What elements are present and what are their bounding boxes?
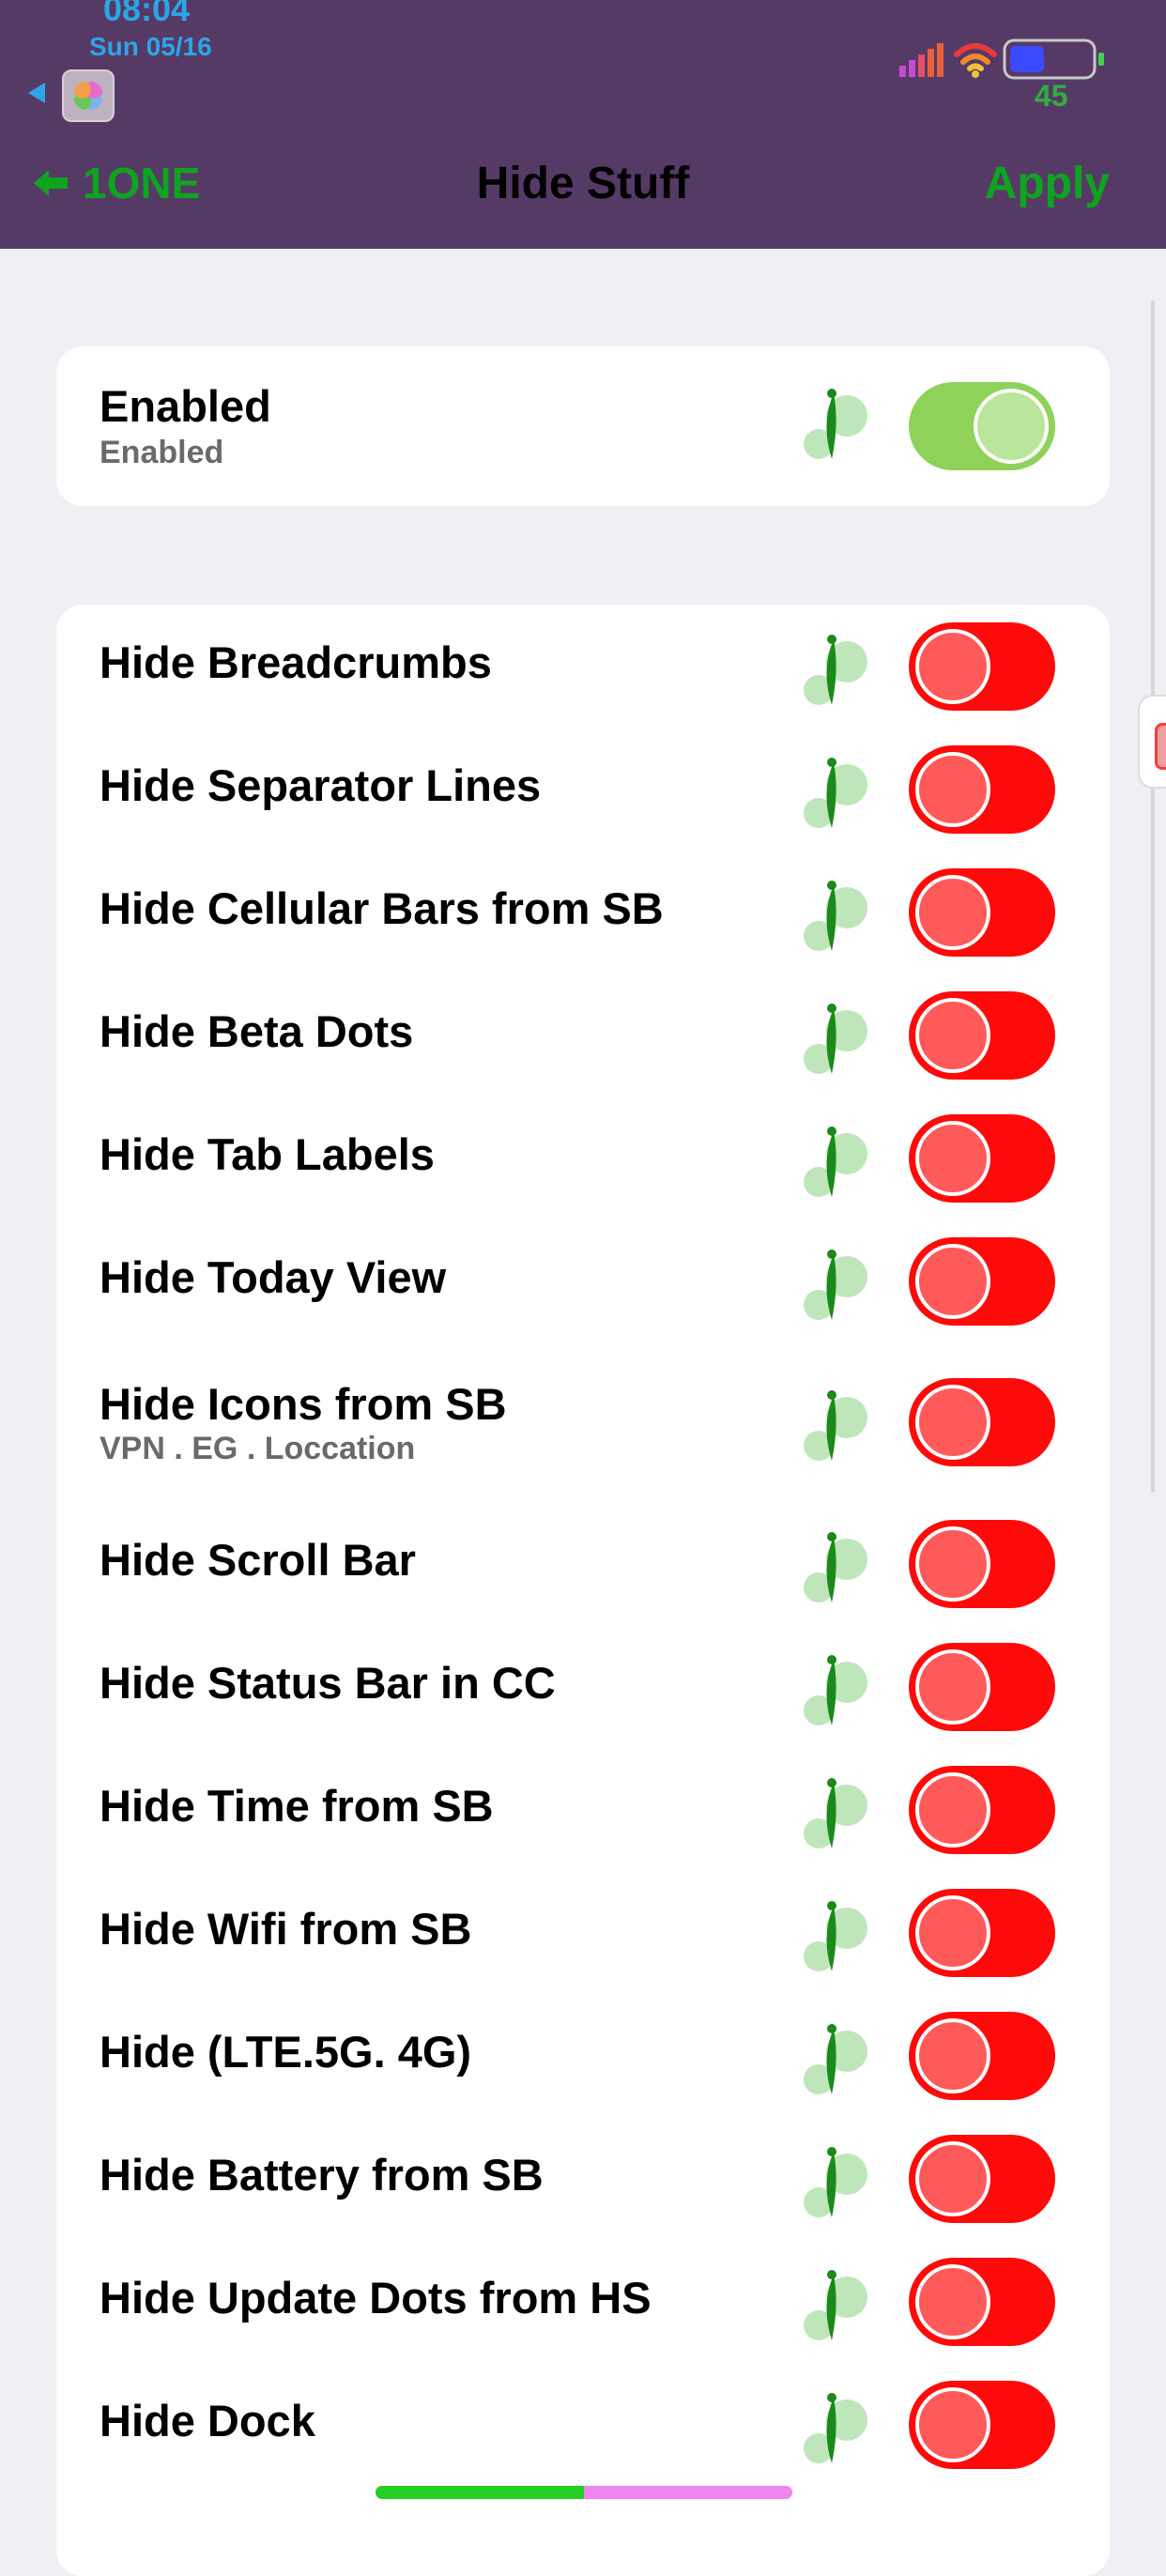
side-panel-tab[interactable]: [1138, 695, 1166, 789]
home-indicator: [376, 2486, 792, 2499]
leaf-icon: [804, 881, 867, 951]
toggle-row: Hide Beta Dots: [56, 974, 1110, 1096]
scroll-indicator[interactable]: [1151, 300, 1155, 1493]
row-toggle[interactable]: [909, 1237, 1055, 1326]
row-label: Hide Battery from SB: [100, 2150, 544, 2200]
row-label: Hide Icons from SB: [100, 1379, 507, 1429]
hide-options-group: Hide Breadcrumbs Hide Separator Lines Hide…: [56, 605, 1110, 2576]
row-label: Hide Wifi from SB: [100, 1904, 472, 1954]
back-to-app-icon[interactable]: [28, 83, 45, 103]
toggle-row: Hide Today View: [56, 1219, 1110, 1342]
leaf-icon: [804, 1778, 867, 1848]
toggle-row: Hide Scroll Bar: [56, 1502, 1110, 1625]
home-indicator-progress: [376, 2486, 584, 2499]
apply-button[interactable]: Apply: [985, 158, 1110, 209]
leaf-icon: [804, 2147, 867, 2217]
row-toggle[interactable]: [909, 1643, 1055, 1731]
toggle-row: Hide Wifi from SB: [56, 1871, 1110, 1994]
app-thumbnail-icon[interactable]: [62, 69, 115, 122]
leaf-icon: [804, 1901, 867, 1971]
status-time: 08:04: [103, 0, 191, 28]
leaf-icon: [804, 1532, 867, 1602]
row-toggle[interactable]: [909, 868, 1055, 957]
row-label: Enabled: [100, 381, 271, 431]
enabled-row: Enabled Enabled: [56, 365, 1110, 487]
row-label: Hide Status Bar in CC: [100, 1658, 556, 1708]
row-toggle[interactable]: [909, 745, 1055, 834]
row-toggle[interactable]: [909, 2012, 1055, 2100]
row-label: Hide Beta Dots: [100, 1006, 414, 1056]
toggle-row: Hide Tab Labels: [56, 1096, 1110, 1219]
status-date: Sun 05/16: [89, 32, 212, 61]
row-sublabel: VPN . EG . Loccation: [100, 1431, 416, 1466]
toggle-row: Hide Cellular Bars from SB: [56, 851, 1110, 974]
row-label: Hide Separator Lines: [100, 760, 542, 810]
toggle-row: Hide Time from SB: [56, 1748, 1110, 1871]
leaf-icon: [804, 1655, 867, 1725]
row-label: Hide Update Dots from HS: [100, 2273, 652, 2323]
toggle-row: Hide Status Bar in CC: [56, 1625, 1110, 1748]
row-label: Hide Breadcrumbs: [100, 637, 492, 687]
enabled-toggle[interactable]: [909, 382, 1055, 470]
row-toggle[interactable]: [909, 1520, 1055, 1608]
toggle-row: Hide Separator Lines: [56, 728, 1110, 851]
row-label: Hide Scroll Bar: [100, 1535, 416, 1585]
toggle-row: Hide Battery from SB: [56, 2117, 1110, 2240]
battery-icon: [1003, 38, 1104, 80]
cellular-signal-icon: [899, 43, 944, 77]
row-label: Hide Tab Labels: [100, 1129, 435, 1179]
enabled-group: Enabled Enabled: [56, 346, 1110, 506]
row-toggle[interactable]: [909, 991, 1055, 1080]
row-label: Hide Cellular Bars from SB: [100, 883, 664, 933]
toggle-row: Hide Dock: [56, 2363, 1110, 2486]
row-label: Hide Today View: [100, 1252, 447, 1302]
row-toggle[interactable]: [909, 622, 1055, 711]
row-toggle[interactable]: [909, 1114, 1055, 1203]
toggle-row: Hide Update Dots from HS: [56, 2240, 1110, 2363]
row-toggle[interactable]: [909, 2381, 1055, 2469]
leaf-icon: [804, 2270, 867, 2340]
leaf-icon: [804, 389, 867, 459]
battery-percentage: 45: [1035, 79, 1068, 113]
leaf-icon: [804, 1004, 867, 1074]
leaf-icon: [804, 1390, 867, 1461]
row-toggle[interactable]: [909, 1378, 1055, 1466]
row-toggle[interactable]: [909, 1766, 1055, 1854]
row-sublabel: Enabled: [100, 435, 224, 470]
row-toggle[interactable]: [909, 2258, 1055, 2346]
row-toggle[interactable]: [909, 2135, 1055, 2223]
leaf-icon: [804, 635, 867, 705]
row-toggle[interactable]: [909, 1889, 1055, 1977]
header: 08:04 Sun 05/16 45 1ONE Hide Stuff Apply: [0, 0, 1166, 249]
toggle-row: Hide Breadcrumbs: [56, 605, 1110, 728]
leaf-icon: [804, 2393, 867, 2463]
wifi-icon: [954, 43, 997, 78]
leaf-icon: [804, 758, 867, 828]
leaf-icon: [804, 2024, 867, 2094]
toggle-row: Hide (LTE.5G. 4G): [56, 1994, 1110, 2117]
row-label: Hide Time from SB: [100, 1781, 494, 1831]
leaf-icon: [804, 1127, 867, 1197]
row-label: Hide Dock: [100, 2396, 315, 2446]
toggle-row: Hide Icons from SB VPN . EG . Loccation: [56, 1342, 1110, 1502]
leaf-icon: [804, 1250, 867, 1320]
row-label: Hide (LTE.5G. 4G): [100, 2027, 472, 2077]
